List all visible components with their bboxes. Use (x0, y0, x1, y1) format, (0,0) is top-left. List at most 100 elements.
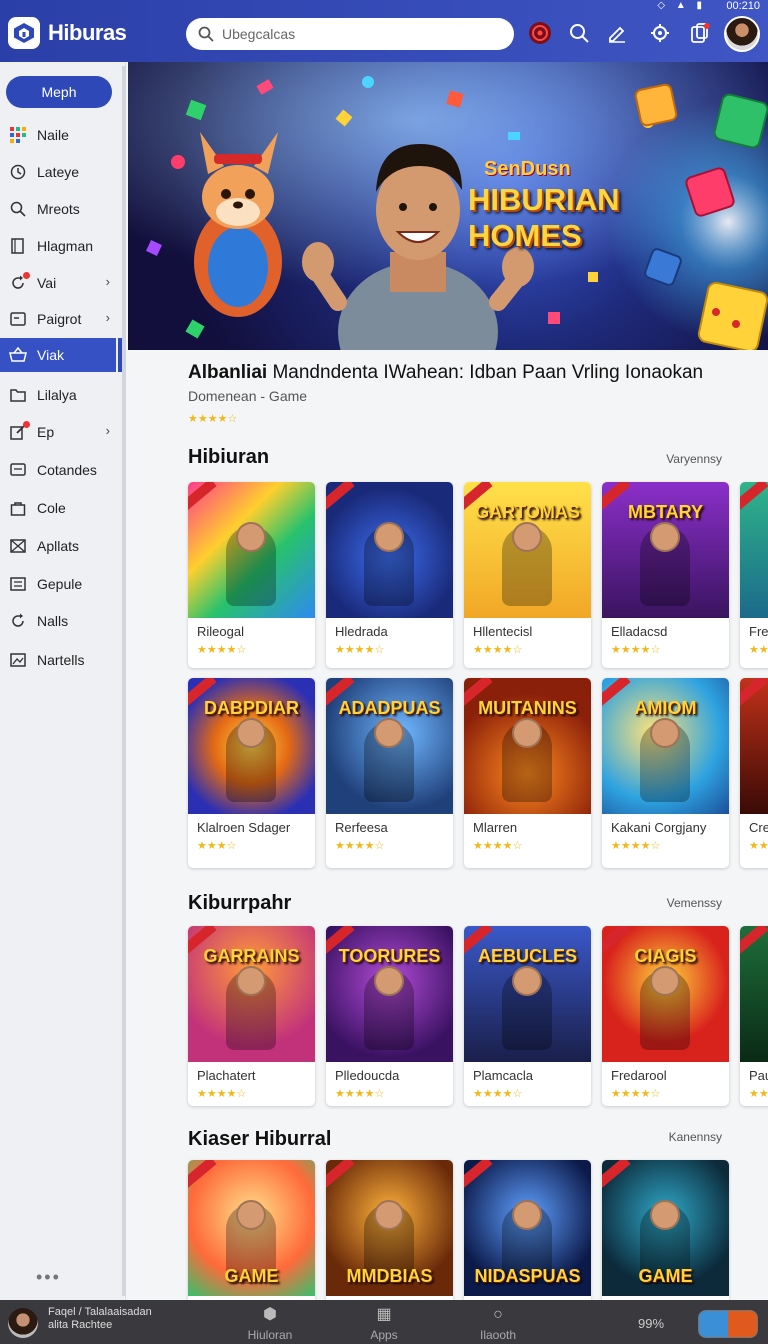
game-card-art: DABPDIAR (188, 678, 315, 814)
tab-ilaooth[interactable]: ○ Ilaooth (468, 1302, 528, 1342)
sidebar-item-nartells[interactable]: Nartells (0, 643, 116, 677)
sidebar-item-label: Nalls (37, 613, 69, 629)
game-card-art: GARTOMAS (464, 482, 591, 618)
card-icon (9, 310, 27, 328)
sidebar-item-nalls[interactable]: Nalls (0, 604, 116, 638)
tab-label: Apps (370, 1328, 398, 1342)
new-ribbon (740, 678, 768, 708)
game-card[interactable]: GAME (602, 1160, 729, 1300)
photo-icon (9, 651, 27, 669)
sidebar-item-gepule[interactable]: Gepule (0, 567, 116, 601)
hero-title: HIBURIAN HOMES (468, 182, 620, 253)
more-icon[interactable]: ••• (36, 1267, 61, 1288)
user-avatar[interactable] (724, 16, 760, 52)
clock-icon (9, 163, 27, 181)
sidebar-scrollbar[interactable] (122, 66, 126, 1296)
section-more-1[interactable]: Varyennsy (666, 452, 722, 466)
search-icon[interactable] (566, 20, 592, 46)
section-more-2[interactable]: Vemenssy (667, 896, 722, 910)
game-card[interactable]: TOORURES Plledoucda ★★★★☆ (326, 926, 453, 1106)
game-card[interactable]: ADADPUAS Rerfeesa ★★★★☆ (326, 678, 453, 868)
tab-hiuloran[interactable]: ⬢ Hiuloran (240, 1302, 300, 1342)
taskbar-user-line2: alita Rachtee (48, 1319, 113, 1331)
search-input[interactable] (222, 26, 492, 42)
edit-icon[interactable] (604, 20, 630, 46)
tab-apps[interactable]: ▦ Apps (354, 1302, 414, 1342)
new-ribbon (464, 1160, 493, 1190)
game-card[interactable]: AEBUCLES Plamcacla ★★★★☆ (464, 926, 591, 1106)
taskbar-avatar[interactable] (8, 1308, 38, 1338)
sidebar-item-lateye[interactable]: Lateye (0, 155, 116, 189)
game-card[interactable]: MUITANINS Mlarren ★★★★☆ (464, 678, 591, 868)
sidebar-item-naile[interactable]: Naile (0, 118, 116, 152)
sidebar-item-lilalya[interactable]: Lilalya (0, 378, 116, 412)
game-card-art (188, 482, 315, 618)
bag-icon (9, 499, 27, 517)
sidebar-item-cotandes[interactable]: Cotandes (0, 453, 116, 487)
app-title: Hiburas (48, 20, 127, 45)
edit-icon (9, 421, 30, 441)
game-card[interactable]: MBTARY Elladacsd ★★★★☆ (602, 482, 729, 668)
section-title-2: Kiburrpahr (188, 892, 292, 914)
game-card[interactable]: Rileogal ★★★★☆ (188, 482, 315, 668)
new-ribbon (740, 482, 768, 512)
battery-level: 99% (638, 1316, 665, 1331)
game-card[interactable]: GARTOMAS Hllentecisl ★★★★☆ (464, 482, 591, 668)
featured-rating: ★★★★☆ (188, 413, 238, 425)
sidebar-item-cole[interactable]: Cole (0, 491, 116, 525)
sidebar-item-label: Ep (37, 424, 55, 440)
game-card-rating: ★★ (749, 1088, 768, 1100)
game-card-rating: ★★★★☆ (335, 840, 385, 852)
sidebar-item-hlagman[interactable]: Hlagman (0, 229, 116, 263)
game-card-art: CIAGIS (602, 926, 729, 1062)
game-card-name: Klalroen Sdager (197, 820, 291, 835)
search-bar[interactable] (186, 18, 514, 50)
game-card[interactable]: NIDASPUAS (464, 1160, 591, 1300)
sidebar-item-label: Cole (37, 500, 66, 516)
character-head (512, 718, 542, 748)
app-window: { "status": {"time": "00:210", "icons": … (0, 0, 768, 1344)
game-card[interactable]: Hledrada ★★★★☆ (326, 482, 453, 668)
game-card[interactable]: Fre ★★★★ (740, 482, 768, 668)
game-card-art: GARRAINS (188, 926, 315, 1062)
sidebar-item-paigrot[interactable]: Paigrot › (0, 302, 116, 336)
game-card[interactable]: DABPDIAR Klalroen Sdager ★★★☆ (188, 678, 315, 868)
character-head (512, 966, 542, 996)
featured-title[interactable]: Albanliai Mandndenta IWahean: Idban Paan… (188, 362, 703, 384)
game-card[interactable]: GAME (188, 1160, 315, 1300)
game-card-name: Hllentecisl (473, 624, 533, 639)
sidebar-item-label: Cotandes (37, 462, 97, 478)
sidebar-item-ep[interactable]: Ep › (0, 415, 116, 449)
new-ribbon (188, 482, 217, 512)
chevron-right-icon: › (105, 423, 110, 438)
search-icon: ○ (493, 1306, 503, 1323)
hero-banner[interactable]: SenDusn HIBURIAN HOMES (128, 62, 768, 350)
section-more-3[interactable]: Kanennsy (669, 1130, 722, 1144)
character-head (650, 718, 680, 748)
new-ribbon (326, 1160, 355, 1190)
sidebar-item-apllats[interactable]: Apllats (0, 529, 116, 563)
game-card-art-title: MBTARY (628, 502, 703, 522)
primary-nav-button[interactable]: Meph (6, 76, 112, 108)
sidebar-item-mreots[interactable]: Mreots (0, 192, 116, 226)
game-card[interactable]: Cre ★★ (740, 678, 768, 868)
game-card[interactable]: MMDBIAS (326, 1160, 453, 1300)
game-card[interactable]: AMIOM Kakani Corgjany ★★★★☆ (602, 678, 729, 868)
game-card[interactable]: GARRAINS Plachatert ★★★★☆ (188, 926, 315, 1106)
quick-toggle[interactable] (698, 1310, 758, 1338)
sidebar-item-vai[interactable]: Vai › (0, 266, 116, 300)
app-logo-icon[interactable] (8, 17, 40, 49)
game-card-name: Elladacsd (611, 624, 668, 639)
taskbar-user-line1: Faqel / Talalaaisadan (48, 1306, 152, 1318)
game-card[interactable]: Pau ★★ (740, 926, 768, 1106)
settings-icon[interactable] (647, 20, 673, 46)
badge-dot (23, 421, 30, 428)
tab-label: Ilaooth (479, 1328, 517, 1342)
notifications-icon[interactable] (687, 20, 713, 46)
game-card-art-title: AMIOM (634, 698, 697, 718)
record-icon[interactable] (527, 20, 553, 46)
sidebar-item-viak[interactable]: Viak (0, 338, 122, 372)
game-card[interactable]: CIAGIS Fredarool ★★★★☆ (602, 926, 729, 1106)
list-icon (9, 575, 27, 593)
game-card-rating: ★★★★☆ (335, 644, 385, 656)
